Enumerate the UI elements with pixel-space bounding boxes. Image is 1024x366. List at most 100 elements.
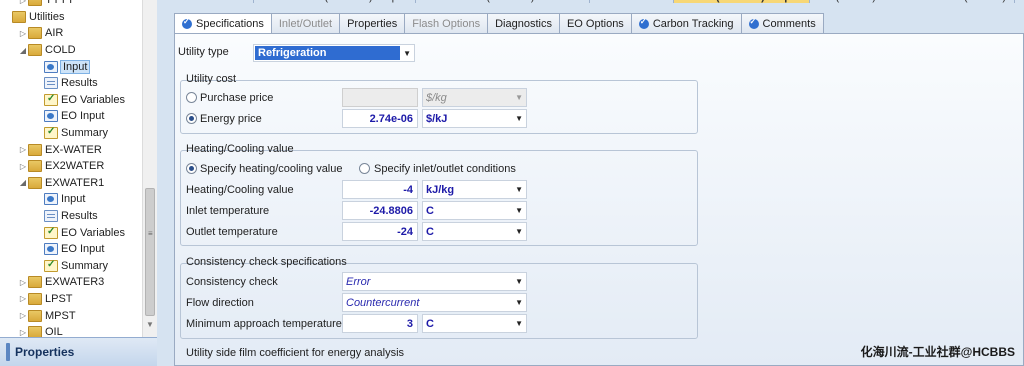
status-ok-icon — [638, 17, 649, 29]
document-tab[interactable]: EXWATER1 (UTILITY) - Input — [254, 0, 416, 3]
folder-icon — [28, 292, 42, 305]
flow-direction-select[interactable]: Countercurrent ▼ — [342, 293, 527, 312]
tree-item[interactable]: Utilities — [0, 9, 142, 26]
tree-item[interactable]: ◢ EXWATER1 — [0, 175, 142, 192]
consistency-check-label: Consistency check — [186, 276, 278, 288]
heating-cooling-unit: kJ/kg — [426, 183, 455, 196]
flow-direction-label: Flow direction — [186, 297, 254, 309]
outlet-temperature-field[interactable]: -24 — [342, 222, 418, 241]
energy-price-radio[interactable] — [186, 113, 197, 124]
form-tab-label: EO Options — [566, 17, 624, 30]
tree-item[interactable]: EO Variables — [0, 92, 142, 109]
tree-item[interactable]: EO Input — [0, 108, 142, 125]
checkmark-icon — [44, 93, 58, 106]
tree-item[interactable]: ▷ AIR — [0, 25, 142, 42]
consistency-check-value: Error — [346, 275, 371, 288]
collapsed-arrow-icon[interactable]: ▷ — [18, 328, 28, 337]
min-approach-field[interactable]: 3 — [342, 314, 418, 333]
collapsed-arrow-icon[interactable]: ▷ — [18, 311, 28, 320]
tree-item-label: EXWATER1 — [45, 176, 105, 189]
collapsed-arrow-icon[interactable]: ▷ — [18, 162, 28, 171]
tree-item[interactable]: ▷ EXWATER3 — [0, 274, 142, 291]
document-tab[interactable]: H3 (Heater) - Stream Results (Default) — [810, 0, 1016, 3]
tree-item-label: Summary — [61, 127, 109, 140]
tree-item[interactable]: Summary — [0, 258, 142, 275]
energy-price-unit-select[interactable]: $/kJ ▼ — [422, 109, 527, 128]
collapsed-arrow-icon[interactable]: ▷ — [18, 145, 28, 154]
expanded-arrow-icon[interactable]: ◢ — [18, 46, 28, 55]
tree-item-label: EX2WATER — [45, 160, 105, 173]
document-tab[interactable]: Main Flowsheet — [160, 0, 255, 3]
tree-item[interactable]: ▷ YYYY — [0, 0, 142, 9]
utility-type-label: Utility type — [178, 46, 229, 58]
heating-cooling-title: Heating/Cooling value — [186, 143, 294, 155]
form-tab[interactable]: Properties — [339, 13, 406, 33]
tree-item[interactable]: ▷ MPST — [0, 307, 142, 324]
navigation-tree: ▷YYYYUtilities▷AIR◢COLDInputResultsEO Va… — [0, 0, 142, 340]
consistency-check-select[interactable]: Error ▼ — [342, 272, 527, 291]
document-tab[interactable]: COLD (UTILITY) - Input — [673, 0, 811, 3]
tree-item[interactable]: ▷ EX-WATER — [0, 141, 142, 158]
collapsed-arrow-icon[interactable]: ▷ — [18, 0, 28, 5]
heating-cooling-unit-select[interactable]: kJ/kg ▼ — [422, 180, 527, 199]
tree-item[interactable]: Input — [0, 191, 142, 208]
tree-item[interactable]: ▷ EX2WATER — [0, 158, 142, 175]
tree-item[interactable]: ◢ COLD — [0, 42, 142, 59]
min-approach-label: Minimum approach temperature — [186, 318, 342, 330]
purchase-price-unit-select[interactable]: $/kg ▼ — [422, 88, 527, 107]
specify-conditions-radio[interactable] — [359, 163, 370, 174]
collapsed-arrow-icon[interactable]: ▷ — [18, 278, 28, 287]
tree-item[interactable]: ▷ LPST — [0, 291, 142, 308]
outlet-temperature-unit-select[interactable]: C ▼ — [422, 222, 527, 241]
purchase-price-field[interactable] — [342, 88, 418, 107]
form-tab-label: Flash Options — [412, 17, 481, 30]
collapsed-arrow-icon[interactable]: ▷ — [18, 29, 28, 38]
collapsed-arrow-icon[interactable]: ▷ — [18, 294, 28, 303]
form-tab[interactable]: Inlet/Outlet — [270, 13, 341, 33]
form-tab[interactable]: Specifications — [174, 13, 272, 34]
folder-icon — [12, 10, 26, 23]
heating-cooling-value-field[interactable]: -4 — [342, 180, 418, 199]
expanded-arrow-icon[interactable]: ◢ — [18, 178, 28, 187]
properties-pane-button[interactable]: Properties — [0, 337, 157, 366]
input-form-icon — [44, 110, 58, 123]
form-tab[interactable]: EO Options — [558, 13, 632, 33]
tree-item-label: AIR — [45, 27, 64, 40]
specify-value-label: Specify heating/cooling value — [200, 163, 343, 175]
heating-cooling-value-label: Heating/Cooling value — [186, 184, 294, 196]
tree-item-label: EX-WATER — [45, 143, 102, 156]
chevron-down-icon: ▼ — [515, 206, 523, 215]
tree-item-label: EO Input — [61, 243, 105, 256]
specify-value-radio[interactable] — [186, 163, 197, 174]
chevron-down-icon: ▼ — [515, 298, 523, 307]
input-form-icon — [44, 193, 58, 206]
document-tab[interactable]: EXWATER1 (UTILITY) - Results — [416, 0, 590, 3]
inlet-temperature-unit-select[interactable]: C ▼ — [422, 201, 527, 220]
folder-icon — [28, 27, 42, 40]
navigation-scrollbar[interactable]: ≡ ▼ — [142, 0, 157, 337]
purchase-price-radio[interactable] — [186, 92, 197, 103]
tree-item-label: Utilities — [29, 10, 65, 23]
navigation-pane: ▷YYYYUtilities▷AIR◢COLDInputResultsEO Va… — [0, 0, 157, 366]
energy-price-field[interactable]: 2.74e-06 — [342, 109, 418, 128]
scrollbar-thumb[interactable]: ≡ — [145, 188, 155, 316]
form-tab[interactable]: Flash Options — [404, 13, 489, 33]
scroll-down-arrow-icon[interactable]: ▼ — [146, 320, 154, 329]
tree-item[interactable]: Input — [0, 58, 142, 75]
scrollbar-grip-icon: ≡ — [148, 229, 153, 238]
specify-conditions-label: Specify inlet/outlet conditions — [374, 163, 516, 175]
tree-item[interactable]: EO Input — [0, 241, 142, 258]
form-tab[interactable]: Carbon Tracking — [630, 13, 742, 33]
tree-item[interactable]: Results — [0, 75, 142, 92]
form-tab[interactable]: Diagnostics — [487, 13, 560, 33]
inlet-temperature-field[interactable]: -24.8806 — [342, 201, 418, 220]
tree-item[interactable]: Results — [0, 208, 142, 225]
tree-item-label: Results — [61, 210, 98, 223]
tree-item[interactable]: EO Variables — [0, 224, 142, 241]
form-tab[interactable]: Comments — [740, 13, 824, 33]
document-tab[interactable]: Control Panel — [590, 0, 674, 3]
min-approach-unit-select[interactable]: C ▼ — [422, 314, 527, 333]
tree-item[interactable]: Summary — [0, 125, 142, 142]
utility-type-select[interactable]: Refrigeration ▼ — [253, 44, 415, 62]
form-tab-strip: Specifications Inlet/Outlet Properties Flas… — [174, 13, 824, 34]
